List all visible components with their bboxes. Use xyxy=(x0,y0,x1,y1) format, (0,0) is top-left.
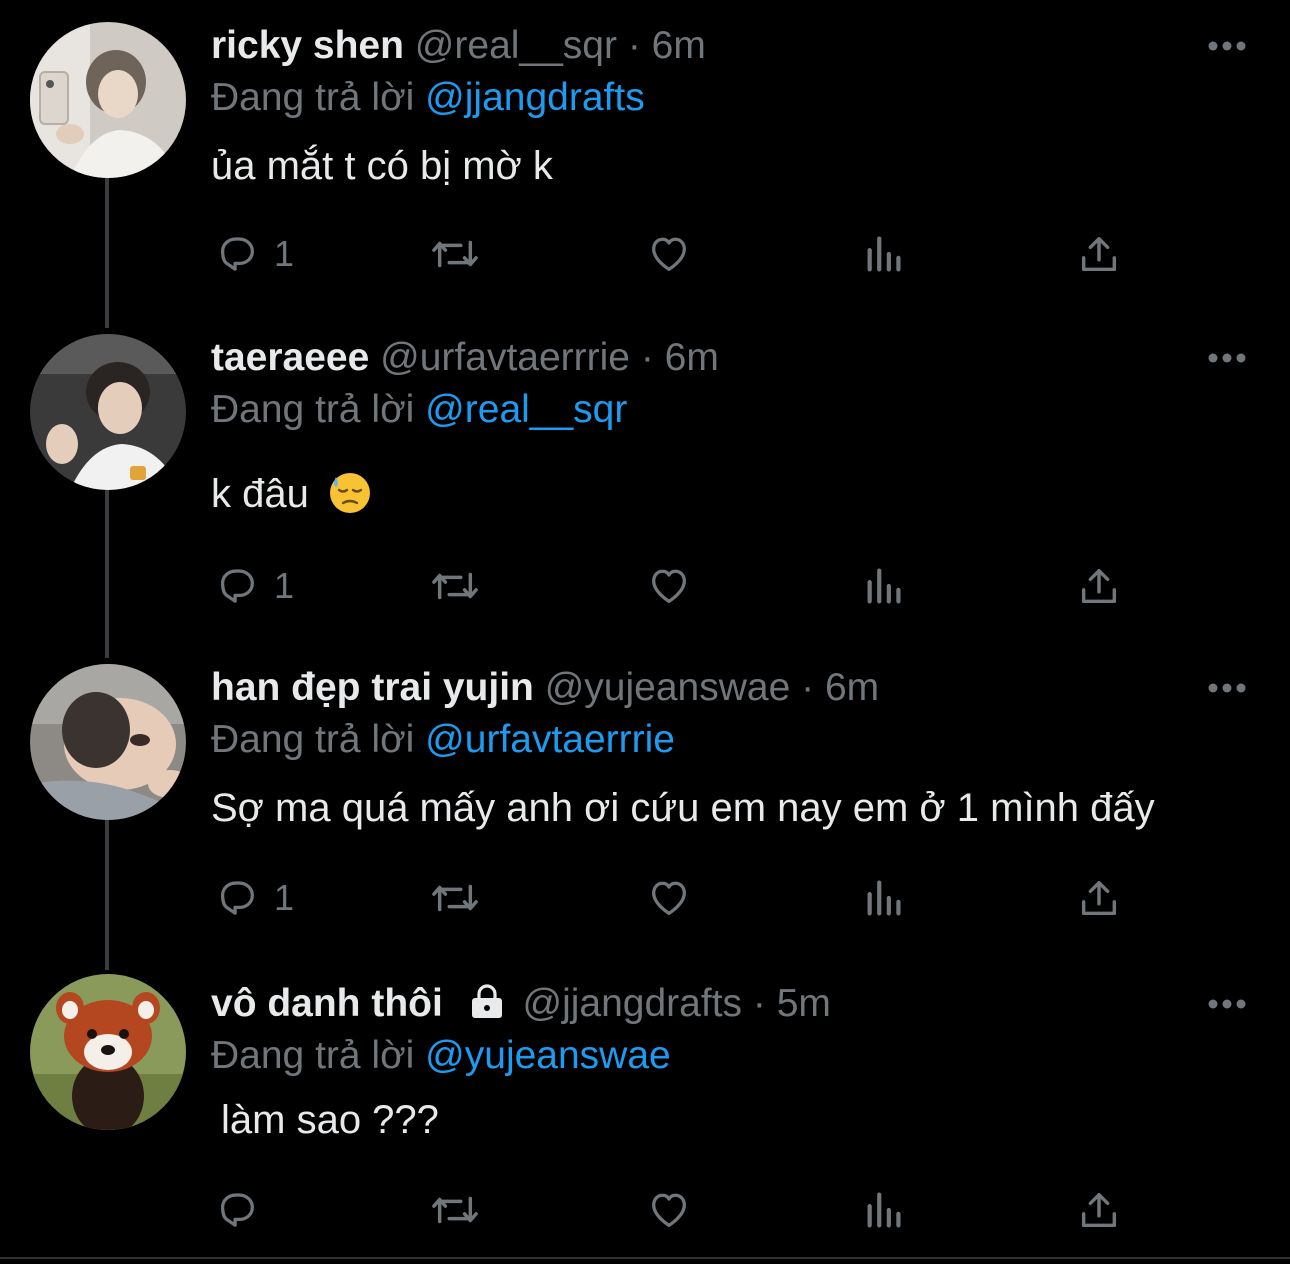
reply-count: 1 xyxy=(274,877,295,918)
timestamp[interactable]: 6m xyxy=(825,666,879,709)
tweet[interactable]: ricky shen @real__sqr · 6m Đang trả lời … xyxy=(0,22,1290,312)
replying-to: Đang trả lời @jjangdrafts xyxy=(211,74,645,122)
reply-icon xyxy=(220,1193,254,1227)
retweet-button[interactable] xyxy=(428,560,482,612)
like-button[interactable] xyxy=(645,560,693,612)
separator-dot: · xyxy=(801,666,815,709)
display-name[interactable]: han đẹp trai yujin xyxy=(211,666,534,709)
retweet-button[interactable] xyxy=(428,228,482,280)
mention-link[interactable]: @urfavtaerrrie xyxy=(425,718,675,761)
analytics-icon xyxy=(867,236,901,272)
tweet-text: Sợ ma quá mấy anh ơi cứu em nay em ở 1 m… xyxy=(211,786,1155,830)
share-icon xyxy=(1081,880,1117,916)
avatar[interactable] xyxy=(30,334,186,490)
avatar[interactable] xyxy=(30,22,186,178)
analytics-button[interactable] xyxy=(862,560,908,612)
like-button[interactable] xyxy=(645,228,693,280)
timestamp[interactable]: 6m xyxy=(652,24,706,67)
reply-button[interactable] xyxy=(214,1184,274,1236)
analytics-button[interactable] xyxy=(862,872,908,924)
share-button[interactable] xyxy=(1076,560,1122,612)
more-options-icon[interactable] xyxy=(1205,678,1249,698)
share-button[interactable] xyxy=(1076,228,1122,280)
share-button[interactable] xyxy=(1076,872,1122,924)
heart-icon xyxy=(652,237,686,271)
heart-icon xyxy=(652,569,686,603)
retweet-button[interactable] xyxy=(428,872,482,924)
tweet-text-row: k đâu xyxy=(211,470,372,518)
replying-to: Đang trả lời @real__sqr xyxy=(211,386,627,434)
heart-icon xyxy=(652,1193,686,1227)
replying-to-label: Đang trả lời xyxy=(211,1034,415,1077)
heart-icon xyxy=(652,881,686,915)
separator-dot: · xyxy=(640,336,654,379)
timestamp[interactable]: 6m xyxy=(665,336,719,379)
user-handle[interactable]: @jjangdrafts xyxy=(523,982,743,1025)
retweet-icon xyxy=(432,884,478,912)
tweet[interactable]: taeraeee @urfavtaerrrie · 6m Đang trả lờ… xyxy=(0,334,1290,634)
replying-to-label: Đang trả lời xyxy=(211,388,415,431)
reply-icon xyxy=(220,569,254,603)
retweet-icon xyxy=(432,240,478,268)
tweet-header: han đẹp trai yujin @yujeanswae · 6m xyxy=(211,664,879,712)
lock-icon xyxy=(471,984,502,1018)
mention-link[interactable]: @real__sqr xyxy=(425,388,627,431)
tweet-header: vô danh thôi @jjangdrafts · 5m xyxy=(211,980,831,1028)
replying-to-label: Đang trả lời xyxy=(211,718,415,761)
retweet-button[interactable] xyxy=(428,1184,482,1236)
tweet-text: làm sao ??? xyxy=(221,1098,439,1142)
avatar[interactable] xyxy=(30,664,186,820)
tweet[interactable]: vô danh thôi @jjangdrafts · 5m Đang trả … xyxy=(0,974,1290,1250)
tweet-text: k đâu xyxy=(211,472,309,516)
display-name[interactable]: vô danh thôi xyxy=(211,982,443,1025)
replying-to: Đang trả lời @urfavtaerrrie xyxy=(211,716,675,764)
user-handle[interactable]: @real__sqr xyxy=(415,24,617,67)
share-icon xyxy=(1081,568,1117,604)
share-icon xyxy=(1081,1192,1117,1228)
mention-link[interactable]: @jjangdrafts xyxy=(425,76,645,119)
tweet-text: ủa mắt t có bị mờ k xyxy=(211,144,553,188)
analytics-button[interactable] xyxy=(862,228,908,280)
like-button[interactable] xyxy=(645,872,693,924)
reply-count: 1 xyxy=(274,565,295,606)
reply-count: 1 xyxy=(274,233,295,274)
analytics-icon xyxy=(867,1192,901,1228)
separator-dot: · xyxy=(752,982,766,1025)
divider xyxy=(0,1257,1290,1259)
share-button[interactable] xyxy=(1076,1184,1122,1236)
reply-icon xyxy=(220,881,254,915)
avatar[interactable] xyxy=(30,974,186,1130)
mention-link[interactable]: @yujeanswae xyxy=(425,1034,671,1077)
analytics-button[interactable] xyxy=(862,1184,908,1236)
tweet-header: ricky shen @real__sqr · 6m xyxy=(211,22,706,70)
analytics-icon xyxy=(867,880,901,916)
tweet-header: taeraeee @urfavtaerrrie · 6m xyxy=(211,334,719,382)
user-handle[interactable]: @yujeanswae xyxy=(545,666,791,709)
user-handle[interactable]: @urfavtaerrrie xyxy=(380,336,630,379)
like-button[interactable] xyxy=(645,1184,693,1236)
more-options-icon[interactable] xyxy=(1205,348,1249,368)
tweet[interactable]: han đẹp trai yujin @yujeanswae · 6m Đang… xyxy=(0,664,1290,954)
reply-button[interactable]: 1 xyxy=(214,560,294,612)
retweet-icon xyxy=(432,572,478,600)
reply-button[interactable]: 1 xyxy=(214,872,294,924)
display-name[interactable]: ricky shen xyxy=(211,24,404,67)
reply-icon xyxy=(220,237,254,271)
timestamp[interactable]: 5m xyxy=(777,982,831,1025)
more-options-icon[interactable] xyxy=(1205,994,1249,1014)
downcast-face-with-sweat-emoji-icon xyxy=(329,473,370,513)
retweet-icon xyxy=(432,1196,478,1224)
more-options-icon[interactable] xyxy=(1205,36,1249,56)
reply-button[interactable]: 1 xyxy=(214,228,294,280)
replying-to: Đang trả lời @yujeanswae xyxy=(211,1032,671,1080)
display-name[interactable]: taeraeee xyxy=(211,336,369,379)
replying-to-label: Đang trả lời xyxy=(211,76,415,119)
share-icon xyxy=(1081,236,1117,272)
analytics-icon xyxy=(867,568,901,604)
separator-dot: · xyxy=(627,24,641,67)
